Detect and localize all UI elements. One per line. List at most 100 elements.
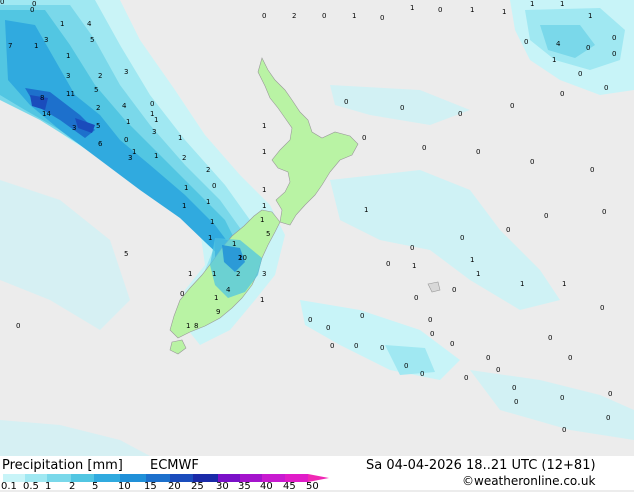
precip-value: 0	[330, 342, 334, 350]
precip-value: 0	[262, 12, 266, 20]
precip-value: 0	[458, 110, 462, 118]
precip-value: 3	[66, 72, 70, 80]
legend-tick-label: 50	[306, 481, 319, 492]
legend-tick-label: 35	[238, 481, 251, 492]
precip-value: 1	[262, 186, 266, 194]
precip-value: 3	[262, 270, 266, 278]
precip-value: 0	[510, 102, 514, 110]
precip-value: 7	[8, 42, 12, 50]
precip-value: 14	[42, 110, 51, 118]
precip-value: 1	[262, 122, 266, 130]
precip-value: 0	[460, 234, 464, 242]
precip-value: 3	[72, 124, 76, 132]
precip-value: 1	[530, 0, 534, 8]
precip-value: 0	[150, 100, 154, 108]
precip-value: 0	[506, 226, 510, 234]
precip-value: 0	[612, 50, 616, 58]
precip-value: 0	[562, 426, 566, 434]
precip-value: 0	[322, 12, 326, 20]
precip-value: 0	[560, 90, 564, 98]
legend-tick-label: 15	[144, 481, 157, 492]
precip-value: 1	[562, 280, 566, 288]
precip-value: 1	[154, 152, 158, 160]
precip-value: 1	[184, 184, 188, 192]
precip-value: 0	[586, 44, 590, 52]
precip-value: 0	[452, 286, 456, 294]
legend-tick-label: 30	[216, 481, 229, 492]
precip-value: 1	[470, 256, 474, 264]
precip-value: 10	[238, 254, 247, 262]
precip-value: 0	[308, 316, 312, 324]
precip-value: 3	[124, 68, 128, 76]
precip-value: 0	[354, 342, 358, 350]
credit-label: ©weatheronline.co.uk	[462, 474, 596, 488]
precip-value: 0	[404, 362, 408, 370]
precip-value: 0	[386, 260, 390, 268]
precip-value: 0	[524, 38, 528, 46]
precip-value: 0	[548, 334, 552, 342]
precip-value: 1	[588, 12, 592, 20]
precip-value: 0	[530, 158, 534, 166]
legend-tick-label: 2	[69, 481, 76, 492]
precip-value: 0	[544, 212, 548, 220]
legend-tick-label: 25	[191, 481, 204, 492]
precip-value: 0	[560, 394, 564, 402]
precip-value: 1	[352, 12, 356, 20]
precip-value: 0	[496, 366, 500, 374]
legend-tick-label: 0.1	[1, 481, 17, 492]
precip-value: 1	[470, 6, 474, 14]
precip-value: 2	[96, 104, 100, 112]
precip-value: 1	[206, 198, 210, 206]
precip-value: 0	[414, 294, 418, 302]
precip-value: 1	[60, 20, 64, 28]
legend-tick-label: 5	[92, 481, 99, 492]
precip-value: 3	[44, 36, 48, 44]
precip-value: 1	[232, 240, 236, 248]
legend-tick-label: 40	[260, 481, 273, 492]
precip-value: 2	[206, 166, 210, 174]
precip-value: 0	[124, 136, 128, 144]
precip-value: 0	[422, 144, 426, 152]
precip-value: 1	[66, 52, 70, 60]
precip-value: 0	[180, 290, 184, 298]
precip-value: 0	[360, 312, 364, 320]
precip-value: 3	[152, 128, 156, 136]
precip-value: 3	[128, 154, 132, 162]
precip-value: 1	[34, 42, 38, 50]
precip-value: 1	[132, 148, 136, 156]
precip-value: 0	[464, 374, 468, 382]
precip-value: 8	[40, 94, 44, 102]
precip-value: 2	[182, 154, 186, 162]
precip-value: 1	[364, 206, 368, 214]
precip-value: 1	[150, 110, 154, 118]
precip-value: 4	[122, 102, 127, 110]
precip-value: 0	[450, 340, 454, 348]
product-label: Precipitation [mm]	[2, 458, 123, 473]
precip-value: 5	[266, 230, 270, 238]
model-label: ECMWF	[150, 458, 199, 473]
precip-value: 4	[556, 40, 561, 48]
precip-value: 5	[124, 250, 128, 258]
precip-value: 0	[0, 0, 4, 6]
precip-value: 5	[96, 122, 100, 130]
valid-time-label: Sa 04-04-2026 18..21 UTC (12+81)	[366, 458, 596, 473]
precip-value: 0	[604, 84, 608, 92]
precip-value: 0	[612, 34, 616, 42]
precip-value: 5	[94, 86, 98, 94]
precip-value: 0	[362, 134, 366, 142]
precip-value: 11	[66, 90, 75, 98]
precip-value: 1	[126, 118, 130, 126]
precip-value: 1	[178, 134, 182, 142]
precip-value: 0	[514, 398, 518, 406]
precip-value: 0	[380, 14, 384, 22]
precip-value: 0	[16, 322, 20, 330]
precip-value: 1	[186, 322, 190, 330]
precip-value: 0	[590, 166, 594, 174]
precip-value: 0	[578, 70, 582, 78]
precip-value: 1	[262, 148, 266, 156]
precip-value: 1	[188, 270, 192, 278]
precip-value: 1	[260, 296, 264, 304]
precip-value: 0	[438, 6, 442, 14]
precip-value: 0	[410, 244, 414, 252]
precip-value: 0	[420, 370, 424, 378]
